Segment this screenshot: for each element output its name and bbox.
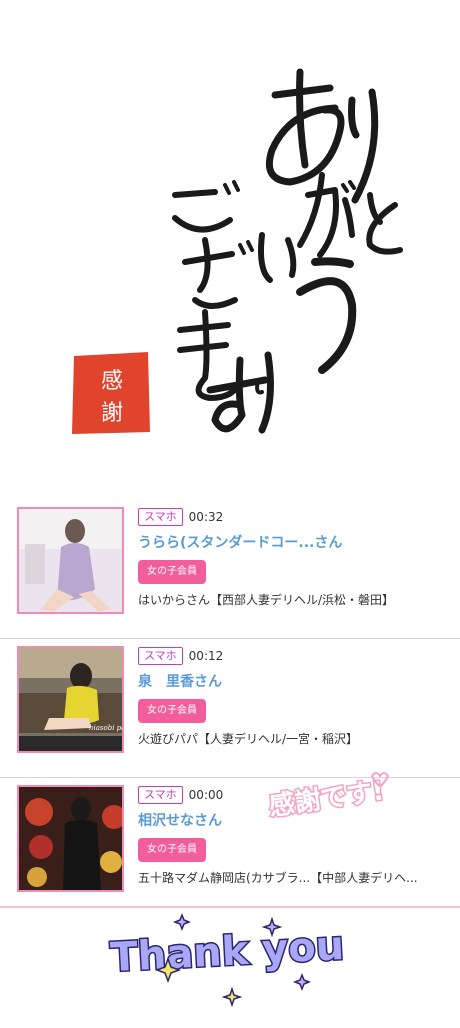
- device-badge: スマホ: [138, 647, 183, 665]
- thanks-sticker: 感謝です!: [265, 772, 390, 821]
- visitor-list: スマホ 00:32 うらら(スタンダードコー...さん 女の子会員 はいからさん…: [0, 500, 460, 916]
- sticker-text: 感謝です!: [267, 775, 386, 821]
- shop-name-link[interactable]: 五十路マダム静岡店(カサブラ...【中部人妻デリヘ...: [138, 869, 452, 887]
- device-badge: スマホ: [138, 786, 183, 804]
- calligraphy-artwork: 感 謝: [72, 68, 403, 434]
- shop-name-link[interactable]: 火遊びパパ【人妻デリヘル/一宮・稲沢】: [138, 730, 452, 748]
- member-badge: 女の子会員: [138, 838, 206, 862]
- visit-time: 00:32: [188, 510, 224, 524]
- seal-stamp: 感 謝: [72, 352, 150, 434]
- list-item[interactable]: スマホ 00:00 相沢せなさん 女の子会員 五十路マダム静岡店(カサブラ...…: [0, 772, 460, 916]
- watermark-text: hiasobi papa: [89, 724, 122, 732]
- thank-you-text: Thank you: [109, 923, 345, 981]
- visitor-name-link[interactable]: うらら(スタンダードコー...さん: [138, 534, 452, 552]
- profile-photo[interactable]: [17, 507, 124, 614]
- thank-you-calligraphy-image: 感 謝: [0, 0, 460, 500]
- shop-name-link[interactable]: はいからさん【西部人妻デリヘル/浜松・磐田】: [138, 591, 452, 609]
- list-item[interactable]: hiasobi papa スマホ 00:12 泉 里香さん 女の子会員 火遊びパ…: [0, 639, 460, 778]
- photo-placeholder: hiasobi papa: [19, 648, 122, 751]
- profile-photo[interactable]: [17, 785, 124, 892]
- photo-placeholder: [19, 787, 122, 890]
- visit-time: 00:00: [188, 788, 224, 802]
- thank-you-artwork: Thank you: [0, 906, 460, 1008]
- seal-text-bottom: 謝: [101, 401, 123, 426]
- visitor-name-link[interactable]: 泉 里香さん: [138, 673, 452, 691]
- profile-photo[interactable]: hiasobi papa: [17, 646, 124, 753]
- seal-text-top: 感: [101, 369, 123, 394]
- photo-placeholder: [19, 509, 122, 612]
- list-item[interactable]: スマホ 00:32 うらら(スタンダードコー...さん 女の子会員 はいからさん…: [0, 500, 460, 639]
- device-badge: スマホ: [138, 508, 183, 526]
- thank-you-banner: Thank you: [0, 905, 460, 1024]
- member-badge: 女の子会員: [138, 560, 206, 584]
- member-badge: 女の子会員: [138, 699, 206, 723]
- visit-time: 00:12: [188, 649, 224, 663]
